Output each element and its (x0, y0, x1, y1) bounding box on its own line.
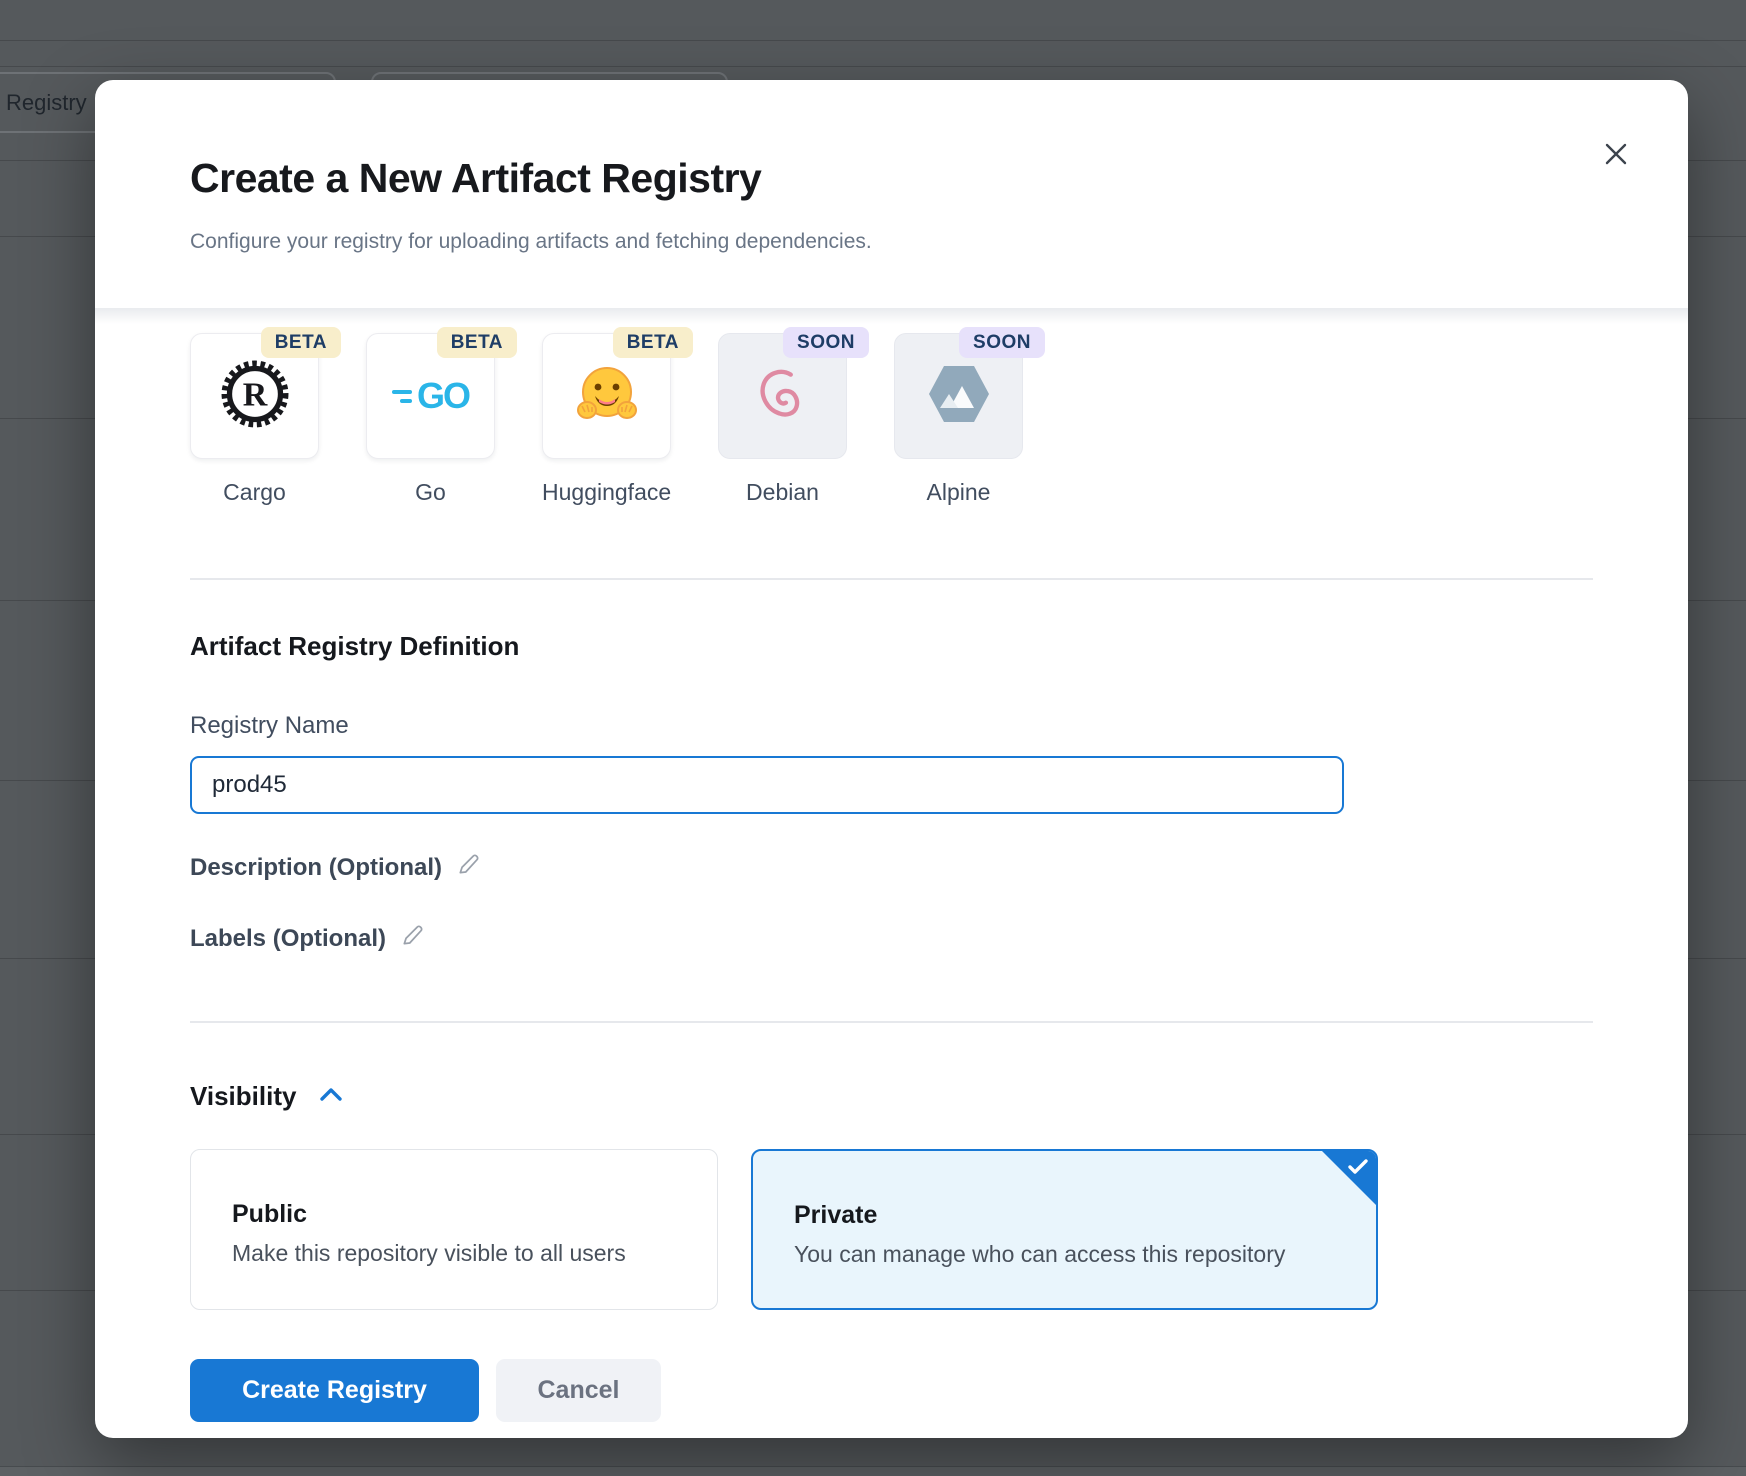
edit-pencil-icon[interactable] (456, 851, 482, 884)
backdrop-topbar-divider (0, 40, 1746, 41)
backdrop-toolbar-divider (0, 66, 1746, 67)
alpine-mountain-icon (926, 364, 992, 429)
option-description: You can manage who can access this repos… (794, 1241, 1376, 1268)
definition-heading: Artifact Registry Definition (190, 631, 1593, 662)
screen: Registry Create a New Artifact Registry … (0, 0, 1746, 1476)
beta-badge: BETA (261, 327, 341, 358)
package-type-cargo[interactable]: BETA R Cargo (190, 327, 319, 506)
backdrop-registry-filter-label: Registry (6, 90, 87, 116)
section-divider (190, 1021, 1593, 1023)
beta-badge: BETA (437, 327, 517, 358)
go-logo-icon: GO (392, 375, 469, 417)
option-title: Public (232, 1200, 717, 1229)
dialog-subtitle: Configure your registry for uploading ar… (190, 230, 1593, 254)
package-type-label: Alpine (894, 479, 1023, 506)
description-row: Description (Optional) (190, 851, 1593, 884)
dialog-body: BETA R Cargo BETA (95, 327, 1688, 1422)
visibility-heading: Visibility (190, 1081, 1593, 1112)
registry-name-label: Registry Name (190, 712, 1593, 740)
section-divider (190, 578, 1593, 580)
cancel-button[interactable]: Cancel (496, 1359, 661, 1422)
package-type-alpine: SOON Alpine (894, 327, 1023, 506)
package-type-huggingface[interactable]: BETA (542, 327, 671, 506)
visibility-option-private[interactable]: Private You can manage who can access th… (751, 1149, 1378, 1310)
visibility-heading-label: Visibility (190, 1081, 296, 1112)
description-label: Description (Optional) (190, 854, 442, 882)
soon-badge: SOON (959, 327, 1045, 358)
soon-badge: SOON (783, 327, 869, 358)
labels-label: Labels (Optional) (190, 925, 386, 953)
create-registry-button[interactable]: Create Registry (190, 1359, 479, 1422)
svg-text:R: R (242, 376, 267, 413)
package-type-label: Go (366, 479, 495, 506)
visibility-options: Public Make this repository visible to a… (190, 1149, 1593, 1310)
checkmark-icon (1347, 1158, 1369, 1181)
debian-swirl-icon (752, 363, 814, 430)
package-type-debian: SOON Debian (718, 327, 847, 506)
dialog-title: Create a New Artifact Registry (190, 155, 1593, 202)
registry-name-input[interactable] (190, 756, 1344, 814)
dialog-actions: Create Registry Cancel (190, 1359, 1593, 1422)
backdrop-footer-bar (0, 1466, 1746, 1476)
package-type-go[interactable]: BETA GO Go (366, 327, 495, 506)
package-type-label: Huggingface (542, 479, 671, 506)
dialog-header: Create a New Artifact Registry Configure… (95, 80, 1688, 308)
package-type-label: Debian (718, 479, 847, 506)
create-registry-dialog: Create a New Artifact Registry Configure… (95, 80, 1688, 1438)
close-icon (1600, 158, 1632, 173)
header-shadow (95, 308, 1688, 324)
package-type-row: BETA R Cargo BETA (190, 327, 1593, 506)
labels-row: Labels (Optional) (190, 922, 1593, 955)
chevron-up-icon[interactable] (318, 1081, 344, 1112)
huggingface-face-icon (575, 362, 639, 431)
package-type-label: Cargo (190, 479, 319, 506)
edit-pencil-icon[interactable] (400, 922, 426, 955)
beta-badge: BETA (613, 327, 693, 358)
option-description: Make this repository visible to all user… (232, 1240, 717, 1267)
cargo-gear-icon: R (221, 360, 289, 433)
option-title: Private (794, 1201, 1376, 1230)
visibility-option-public[interactable]: Public Make this repository visible to a… (190, 1149, 718, 1310)
close-button[interactable] (1599, 138, 1633, 172)
